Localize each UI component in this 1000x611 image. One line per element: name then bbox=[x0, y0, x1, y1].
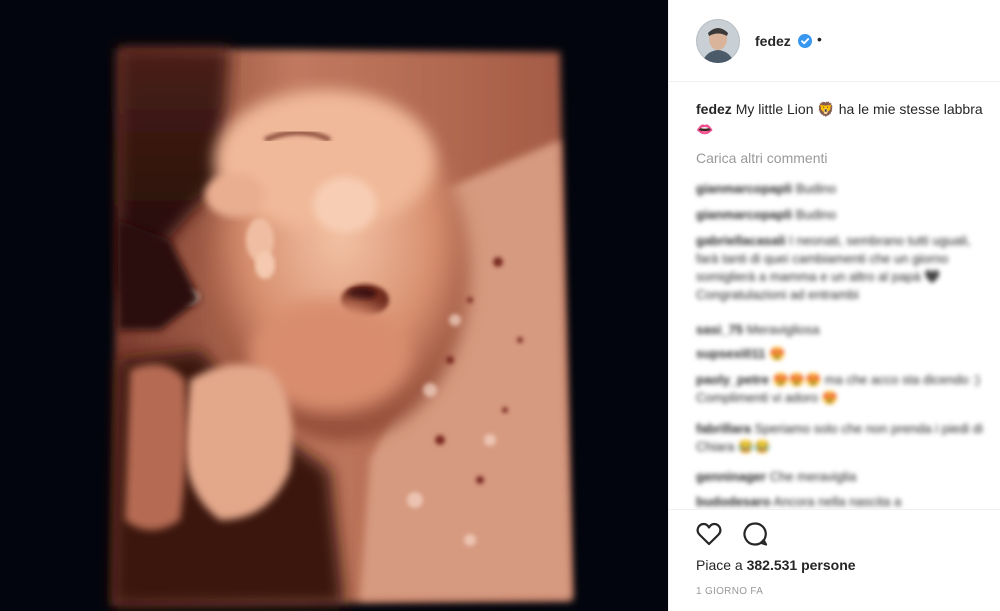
comment-username[interactable]: fabrillara bbox=[696, 421, 751, 436]
likes-prefix: Piace a bbox=[696, 557, 743, 573]
header-separator-dot: • bbox=[817, 31, 822, 47]
comment-item: supsexi011 😍 bbox=[696, 345, 986, 363]
heart-icon[interactable] bbox=[695, 520, 723, 548]
load-more-comments-link[interactable]: Carica altri commenti bbox=[696, 150, 827, 166]
comment-item: fabrillara Speriamo solo che non prenda … bbox=[696, 420, 986, 456]
comment-username[interactable]: gianmarcopapli bbox=[696, 181, 792, 196]
comment-text: Che meraviglia bbox=[769, 469, 857, 484]
ultrasound-image bbox=[0, 0, 668, 611]
comment-text: Budino bbox=[795, 181, 837, 196]
comment-text: Budino bbox=[795, 207, 837, 222]
likes-suffix: persone bbox=[801, 557, 856, 573]
caption-username[interactable]: fedez bbox=[696, 101, 732, 117]
comment-item: gianmarcopapli Budino bbox=[696, 180, 986, 198]
caption-text: My little Lion 🦁 ha le mie stesse labbra… bbox=[696, 101, 983, 137]
post-caption: fedez My little Lion 🦁 ha le mie stesse … bbox=[696, 99, 986, 139]
comment-text: Ancora nella nascita a bbox=[773, 494, 902, 507]
post-actions: Piace a 382.531 persone 1 GIORNO FA bbox=[669, 509, 1000, 611]
post-header: fedez • bbox=[669, 0, 1000, 82]
comment-item: gabriellacasali I neonati, sembrano tutt… bbox=[696, 232, 986, 304]
comment-username[interactable]: paoly_petre bbox=[696, 372, 769, 387]
verified-badge-icon bbox=[798, 34, 812, 48]
comment-username[interactable]: budodesaro bbox=[696, 494, 770, 507]
post-sidebar: fedez • fedez My little Lion 🦁 ha le mie… bbox=[668, 0, 1000, 611]
comment-item: sasi_75 Meravigliosa bbox=[696, 321, 986, 339]
avatar[interactable] bbox=[696, 19, 740, 63]
post-username[interactable]: fedez bbox=[755, 33, 791, 49]
comment-item: paoly_petre 😍😍😍 ma che acco sta dicendo … bbox=[696, 371, 986, 407]
comment-bubble-icon[interactable] bbox=[741, 520, 769, 548]
comment-username[interactable]: gianmarcopapli bbox=[696, 207, 792, 222]
post-image[interactable] bbox=[0, 0, 668, 611]
comment-username[interactable]: supsexi011 bbox=[696, 346, 765, 361]
comment-item: budodesaro Ancora nella nascita a bbox=[696, 493, 986, 507]
likes-count[interactable]: Piace a 382.531 persone bbox=[696, 557, 856, 573]
comment-text: Meravigliosa bbox=[746, 322, 820, 337]
comment-item: gianmarcopapli Budino bbox=[696, 206, 986, 224]
comment-username[interactable]: gabriellacasali bbox=[696, 233, 786, 248]
comment-username[interactable]: genninager bbox=[696, 469, 766, 484]
comment-item: genninager Che meraviglia bbox=[696, 468, 986, 486]
likes-number: 382.531 bbox=[746, 557, 798, 573]
post-timestamp: 1 GIORNO FA bbox=[696, 586, 764, 597]
comment-text: 😍 bbox=[769, 346, 786, 361]
comment-username[interactable]: sasi_75 bbox=[696, 322, 743, 337]
